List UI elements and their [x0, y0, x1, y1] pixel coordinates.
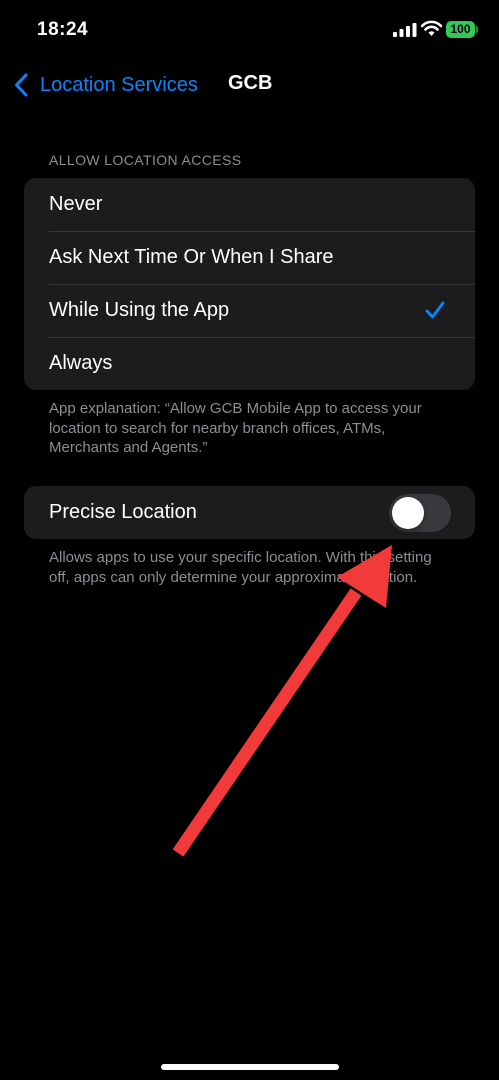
wifi-icon	[421, 20, 442, 36]
checkmark-icon	[425, 301, 445, 319]
access-options-group: Never Ask Next Time Or When I Share Whil…	[24, 178, 475, 390]
signal-icon	[393, 23, 417, 37]
app-explanation: App explanation: “Allow GCB Mobile App t…	[49, 400, 422, 456]
chevron-left-icon	[15, 73, 28, 97]
battery-cap	[476, 26, 478, 33]
arrow-shaft	[172, 588, 362, 857]
option-label: Never	[49, 193, 103, 215]
home-indicator	[161, 1064, 339, 1070]
back-button[interactable]: Location Services	[14, 70, 198, 100]
battery-icon: 100	[446, 21, 478, 38]
option-ask-next-time[interactable]: Ask Next Time Or When I Share	[24, 231, 475, 284]
option-label: Always	[49, 352, 113, 374]
option-label: Ask Next Time Or When I Share	[49, 246, 334, 268]
page-title: GCB	[228, 72, 273, 94]
option-never[interactable]: Never	[24, 178, 475, 231]
section-header-allow-access: ALLOW LOCATION ACCESS	[49, 152, 242, 168]
back-label: Location Services	[40, 73, 198, 96]
status-time: 18:24	[37, 19, 89, 40]
battery-level: 100	[450, 22, 471, 36]
status-bar: 18:24 100	[0, 0, 499, 60]
precise-location-label: Precise Location	[49, 501, 197, 523]
option-always[interactable]: Always	[24, 337, 475, 390]
precise-location-toggle[interactable]	[389, 494, 451, 532]
toggle-knob	[392, 497, 424, 529]
precise-location-description: Allows apps to use your specific locatio…	[49, 549, 432, 586]
option-while-using[interactable]: While Using the App	[24, 284, 475, 337]
option-label: While Using the App	[49, 299, 230, 321]
